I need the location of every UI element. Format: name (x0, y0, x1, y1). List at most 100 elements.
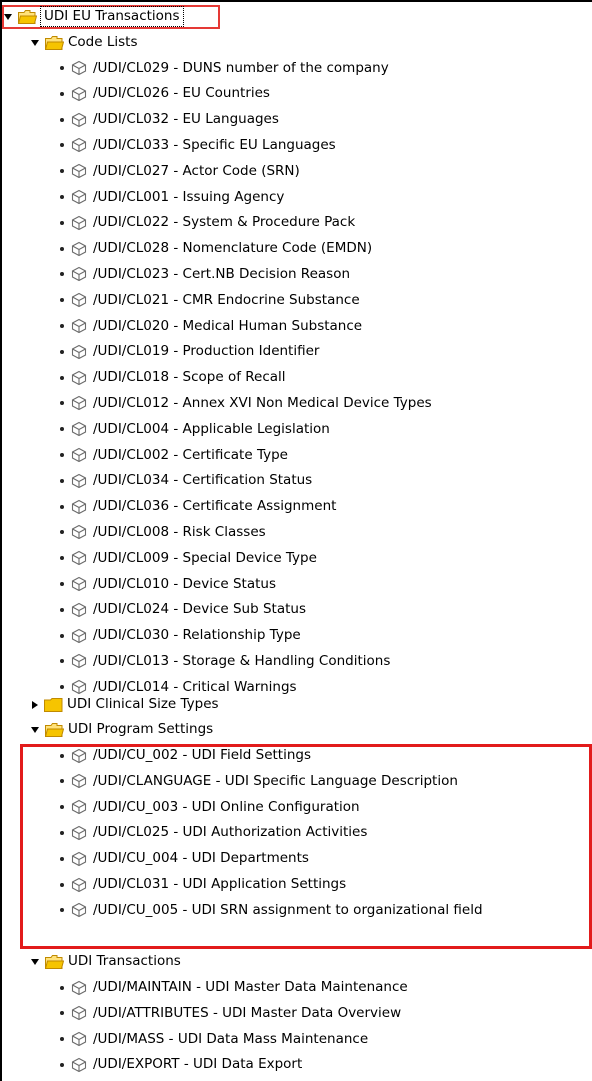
caret-down-icon[interactable] (31, 39, 39, 46)
bullet-icon (60, 882, 64, 887)
tree-item[interactable]: /UDI/CU_005 - UDI SRN assignment to orga… (60, 898, 483, 923)
bullet-icon (60, 805, 64, 810)
tree-item[interactable]: /UDI/MASS - UDI Data Mass Maintenance (60, 1027, 368, 1052)
tree-item-label: /UDI/CU_003 - UDI Online Configuration (93, 798, 360, 815)
object-cube-icon (71, 318, 87, 334)
bullet-icon (60, 582, 64, 586)
caret-right-icon[interactable] (32, 700, 38, 709)
object-cube-icon (71, 241, 87, 256)
tree-item[interactable]: /UDI/CL026 - EU Countries (60, 81, 270, 106)
tree-item-label: /UDI/CL022 - System & Procedure Pack (93, 214, 356, 231)
object-cube-icon (71, 602, 87, 617)
object-cube-icon (71, 551, 87, 566)
caret-down-icon[interactable] (31, 958, 39, 965)
object-cube-icon (71, 447, 87, 463)
caret-down-icon[interactable] (31, 726, 39, 733)
tree-item[interactable]: /UDI/CL002 - Certificate Type (60, 443, 288, 468)
object-cube-icon (71, 851, 87, 866)
object-cube-icon (71, 825, 87, 841)
tree-item[interactable]: /UDI/CL031 - UDI Application Settings (60, 872, 346, 897)
tree-item[interactable]: /UDI/CL009 - Special Device Type (60, 546, 317, 571)
tree-item[interactable]: /UDI/CL018 - Scope of Recall (60, 365, 286, 390)
tree-item[interactable]: /UDI/CL023 - Cert.NB Decision Reason (60, 262, 350, 287)
object-cube-icon (71, 576, 87, 592)
tree-item-label: /UDI/CL028 - Nomenclature Code (EMDN) (93, 240, 373, 257)
tree-node-label: UDI EU Transactions (40, 6, 184, 27)
tree-item-label: /UDI/ATTRIBUTES - UDI Master Data Overvi… (93, 1004, 402, 1021)
tree-item-label: /UDI/CL026 - EU Countries (93, 85, 270, 102)
tree-item-label: /UDI/CL013 - Storage & Handling Conditio… (93, 652, 391, 669)
tree-item[interactable]: /UDI/CU_002 - UDI Field Settings (60, 743, 311, 768)
tree-node-code-lists[interactable]: Code Lists (31, 30, 137, 55)
object-cube-icon (71, 60, 87, 76)
object-cube-icon (71, 748, 87, 763)
tree-node-label: UDI Program Settings (68, 721, 214, 737)
tree-item[interactable]: /UDI/CL019 - Production Identifier (60, 339, 319, 364)
bullet-icon (60, 1037, 64, 1042)
tree-item[interactable]: /UDI/CL032 - EU Languages (60, 107, 279, 132)
tree-item-label: /UDI/CL002 - Certificate Type (93, 446, 288, 463)
tree-item-label: /UDI/CL029 - DUNS number of the company (93, 59, 389, 76)
tree-item[interactable]: /UDI/CL029 - DUNS number of the company (60, 56, 389, 81)
tree-node-label: UDI Clinical Size Types (67, 696, 219, 712)
tree-item[interactable]: /UDI/CL021 - CMR Endocrine Substance (60, 288, 360, 313)
tree-item[interactable]: /UDI/CL022 - System & Procedure Pack (60, 210, 355, 235)
tree-item[interactable]: /UDI/EXPORT - UDI Data Export (60, 1052, 302, 1077)
tree-item-label: /UDI/CL025 - UDI Authorization Activitie… (93, 824, 368, 841)
bullet-icon (60, 530, 64, 535)
bullet-icon (60, 453, 64, 457)
object-cube-icon (71, 774, 87, 789)
tree-item-label: /UDI/CL030 - Relationship Type (93, 627, 301, 644)
object-cube-icon (71, 473, 87, 488)
tree-item[interactable]: /UDI/CL013 - Storage & Handling Conditio… (60, 649, 390, 674)
tree-item[interactable]: /UDI/CL030 - Relationship Type (60, 623, 301, 648)
tree-item[interactable]: /UDI/CL020 - Medical Human Substance (60, 314, 362, 339)
tree-item[interactable]: /UDI/CL025 - UDI Authorization Activitie… (60, 820, 367, 845)
tree-item[interactable]: /UDI/CL036 - Certificate Assignment (60, 494, 336, 519)
bullet-icon (60, 298, 64, 303)
bullet-icon (60, 91, 64, 96)
tree-item[interactable]: /UDI/CU_004 - UDI Departments (60, 846, 309, 871)
tree-node-udi-program-settings[interactable]: UDI Program Settings (31, 717, 213, 742)
tree-item[interactable]: /UDI/CL004 - Applicable Legislation (60, 417, 330, 442)
bullet-icon (60, 985, 64, 990)
folder-icon (45, 35, 64, 50)
tree-item[interactable]: /UDI/CL012 - Annex XVI Non Medical Devic… (60, 391, 432, 416)
tree-item[interactable]: /UDI/CL010 - Device Status (60, 572, 276, 597)
object-cube-icon (71, 499, 87, 514)
tree-item-label: /UDI/CL024 - Device Sub Status (93, 601, 306, 618)
tree-item[interactable]: /UDI/CL027 - Actor Code (SRN) (60, 159, 300, 184)
tree-item[interactable]: /UDI/MAINTAIN - UDI Master Data Maintena… (60, 975, 408, 1000)
tree-item[interactable]: /UDI/CL033 - Specific EU Languages (60, 133, 336, 158)
object-cube-icon (71, 86, 87, 101)
top-border (2, 0, 592, 2)
folder-icon (45, 954, 64, 969)
object-cube-icon (71, 1031, 87, 1047)
tree-item[interactable]: /UDI/CL008 - Risk Classes (60, 520, 266, 545)
caret-down-icon[interactable] (4, 13, 12, 20)
tree-item[interactable]: /UDI/CL024 - Device Sub Status (60, 597, 306, 622)
object-cube-icon (71, 422, 87, 437)
tree-item[interactable]: /UDI/CLANGUAGE - UDI Specific Language D… (60, 769, 458, 794)
tree-item[interactable]: /UDI/CL028 - Nomenclature Code (EMDN) (60, 236, 372, 261)
tree-item-label: /UDI/CL018 - Scope of Recall (93, 369, 286, 386)
bullet-icon (60, 117, 64, 122)
tree-item-label: /UDI/CL004 - Applicable Legislation (93, 420, 330, 437)
bullet-icon (60, 1011, 64, 1016)
tree-node-udi-clinical-size-types[interactable]: UDI Clinical Size Types (32, 692, 219, 717)
tree-node-label: UDI Transactions (68, 953, 181, 969)
tree-node-label: Code Lists (68, 34, 138, 50)
tree-item[interactable]: /UDI/ATTRIBUTES - UDI Master Data Overvi… (60, 1001, 401, 1026)
object-cube-icon (71, 189, 87, 205)
bullet-icon (60, 830, 64, 835)
tree-node-udi-eu-transactions[interactable]: UDI EU Transactions (4, 4, 184, 29)
object-cube-icon (71, 799, 87, 815)
tree-item[interactable]: /UDI/CU_003 - UDI Online Configuration (60, 795, 360, 820)
tree-item[interactable]: /UDI/CL001 - Issuing Agency (60, 185, 284, 210)
object-cube-icon (71, 267, 87, 282)
tree-item-label: /UDI/CLANGUAGE - UDI Specific Language D… (93, 772, 458, 789)
tree-node-udi-transactions[interactable]: UDI Transactions (31, 949, 181, 974)
tree-item-label: /UDI/CL034 - Certification Status (93, 472, 313, 489)
bullet-icon (60, 246, 64, 251)
tree-item[interactable]: /UDI/CL034 - Certification Status (60, 468, 312, 493)
